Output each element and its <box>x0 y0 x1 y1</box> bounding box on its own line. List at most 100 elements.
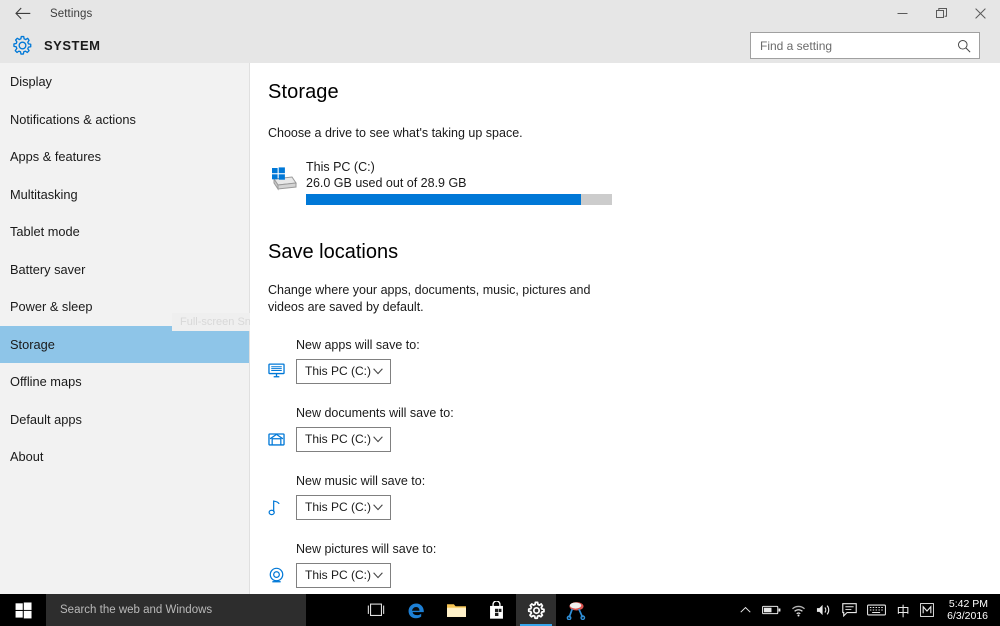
save-row-documents: This PC (C:) <box>268 426 1000 452</box>
taskbar: Search the web and Windows 中 5:42 PM 6/3… <box>0 594 1000 626</box>
chevron-down-icon <box>373 503 383 511</box>
sidebar-item-multitasking[interactable]: Multitasking <box>0 176 249 214</box>
taskbar-settings-button[interactable] <box>516 594 556 626</box>
back-button[interactable] <box>0 0 46 27</box>
clock[interactable]: 5:42 PM 6/3/2016 <box>939 594 1000 626</box>
save-locations-heading: Save locations <box>268 241 399 263</box>
ime-mode-indicator[interactable] <box>915 594 939 626</box>
back-arrow-icon <box>15 7 31 20</box>
drive-info: This PC (C:) 26.0 GB used out of 28.9 GB <box>306 160 612 205</box>
sidebar-item-display[interactable]: Display <box>0 63 249 101</box>
windows-start-icon <box>15 601 32 618</box>
taskbar-search-placeholder: Search the web and Windows <box>60 604 213 616</box>
sidebar-item-label: Notifications & actions <box>10 111 136 127</box>
show-hidden-icons-button[interactable] <box>733 594 757 626</box>
save-group-apps: New apps will save to: This PC (C:) <box>268 338 1000 384</box>
taskbar-snipping-tool-button[interactable] <box>556 594 596 626</box>
music-save-location-value: This PC (C:) <box>305 500 371 514</box>
taskbar-apps <box>356 594 596 626</box>
sidebar-item-about[interactable]: About <box>0 438 249 476</box>
save-row-apps: This PC (C:) <box>268 358 1000 384</box>
sidebar-item-notifications-actions[interactable]: Notifications & actions <box>0 101 249 139</box>
taskbar-store-button[interactable] <box>476 594 516 626</box>
save-label-documents: New documents will save to: <box>296 406 454 420</box>
sidebar-item-default-apps[interactable]: Default apps <box>0 401 249 439</box>
clock-date: 6/3/2016 <box>947 610 988 622</box>
restore-button[interactable] <box>922 0 961 27</box>
save-group-pictures: New pictures will save to: This PC (C:) <box>268 542 1000 588</box>
minimize-button[interactable] <box>883 0 922 27</box>
gear-icon <box>12 35 31 55</box>
store-icon <box>489 600 503 619</box>
save-row-music: This PC (C:) <box>268 494 1000 520</box>
hard-drive-icon <box>268 160 306 197</box>
system-gear-wrap <box>0 35 44 56</box>
drive-name: This PC (C:) <box>306 160 375 174</box>
camera-icon <box>268 562 296 588</box>
title-bar: Settings <box>0 0 1000 27</box>
taskbar-task-view-button[interactable] <box>356 594 396 626</box>
chevron-down-icon <box>373 435 383 443</box>
storage-page: Storage Choose a drive to see what's tak… <box>250 63 1000 594</box>
close-button[interactable] <box>961 0 1000 27</box>
drive-usage-text: 26.0 GB used out of 28.9 GB <box>306 176 467 190</box>
drive-row[interactable]: This PC (C:) 26.0 GB used out of 28.9 GB <box>268 160 1000 205</box>
sidebar-item-label: Display <box>10 74 52 90</box>
sidebar-item-storage[interactable]: Storage <box>0 325 249 363</box>
battery-icon[interactable] <box>757 594 786 626</box>
search-icon <box>957 39 979 53</box>
chevron-down-icon <box>373 571 383 579</box>
sidebar-item-offline-maps[interactable]: Offline maps <box>0 363 249 401</box>
save-locations-description: Change where your apps, documents, music… <box>268 283 591 314</box>
sidebar-item-label: Default apps <box>10 411 82 427</box>
apps-save-location-dropdown[interactable]: This PC (C:) <box>296 358 391 384</box>
sidebar-item-label: Power & sleep <box>10 299 93 315</box>
sidebar-item-label: Multitasking <box>10 186 78 202</box>
pictures-save-location-value: This PC (C:) <box>305 568 371 582</box>
start-button[interactable] <box>0 594 46 626</box>
storage-heading: Storage <box>268 81 339 103</box>
storage-subtitle: Choose a drive to see what's taking up s… <box>268 126 523 140</box>
settings-window: Settings SYSTEM Find a setting Display N… <box>0 0 1000 626</box>
chevron-down-icon <box>373 367 383 375</box>
save-row-pictures: This PC (C:) <box>268 562 1000 588</box>
sidebar-item-label: Offline maps <box>10 374 82 390</box>
taskbar-edge-button[interactable] <box>396 594 436 626</box>
network-wifi-icon[interactable] <box>786 594 811 626</box>
sidebar-item-power-sleep[interactable]: Power & sleep <box>0 288 249 326</box>
music-save-location-dropdown[interactable]: This PC (C:) <box>296 494 391 520</box>
sidebar-item-tablet-mode[interactable]: Tablet mode <box>0 213 249 251</box>
sidebar-item-label: Apps & features <box>10 149 102 165</box>
search-input[interactable] <box>751 38 957 53</box>
drive-usage-bar <box>306 194 612 205</box>
drive-usage-bar-fill <box>306 194 582 205</box>
documents-save-location-dropdown[interactable]: This PC (C:) <box>296 426 391 452</box>
pictures-save-location-dropdown[interactable]: This PC (C:) <box>296 562 391 588</box>
file-explorer-icon <box>446 604 466 617</box>
page-title: SYSTEM <box>44 37 101 53</box>
edge-icon <box>408 603 424 619</box>
chevron-up-icon <box>740 606 751 613</box>
body: Display Notifications & actions Apps & f… <box>0 63 1000 594</box>
ime-mode-icon <box>920 603 935 617</box>
window-title: Settings <box>50 7 93 20</box>
gear-icon <box>527 601 545 619</box>
save-label-apps: New apps will save to: <box>296 338 420 352</box>
snipping-tool-icon <box>566 602 585 620</box>
find-a-setting-box[interactable] <box>750 32 980 59</box>
action-center-icon[interactable] <box>837 594 862 626</box>
taskbar-search-box[interactable]: Search the web and Windows <box>46 594 306 626</box>
apps-save-location-value: This PC (C:) <box>305 364 371 378</box>
taskbar-file-explorer-button[interactable] <box>436 594 476 626</box>
restore-icon <box>936 8 947 18</box>
sidebar-item-battery-saver[interactable]: Battery saver <box>0 251 249 289</box>
save-label-pictures: New pictures will save to: <box>296 542 437 556</box>
save-group-music: New music will save to: This PC (C:) <box>268 474 1000 520</box>
volume-icon[interactable] <box>811 594 837 626</box>
ime-chinese-indicator[interactable]: 中 <box>891 594 915 626</box>
sidebar-item-apps-features[interactable]: Apps & features <box>0 138 249 176</box>
minimize-icon <box>897 13 908 14</box>
close-icon <box>975 8 986 19</box>
window-controls <box>883 0 1000 27</box>
touch-keyboard-icon[interactable] <box>862 594 891 626</box>
